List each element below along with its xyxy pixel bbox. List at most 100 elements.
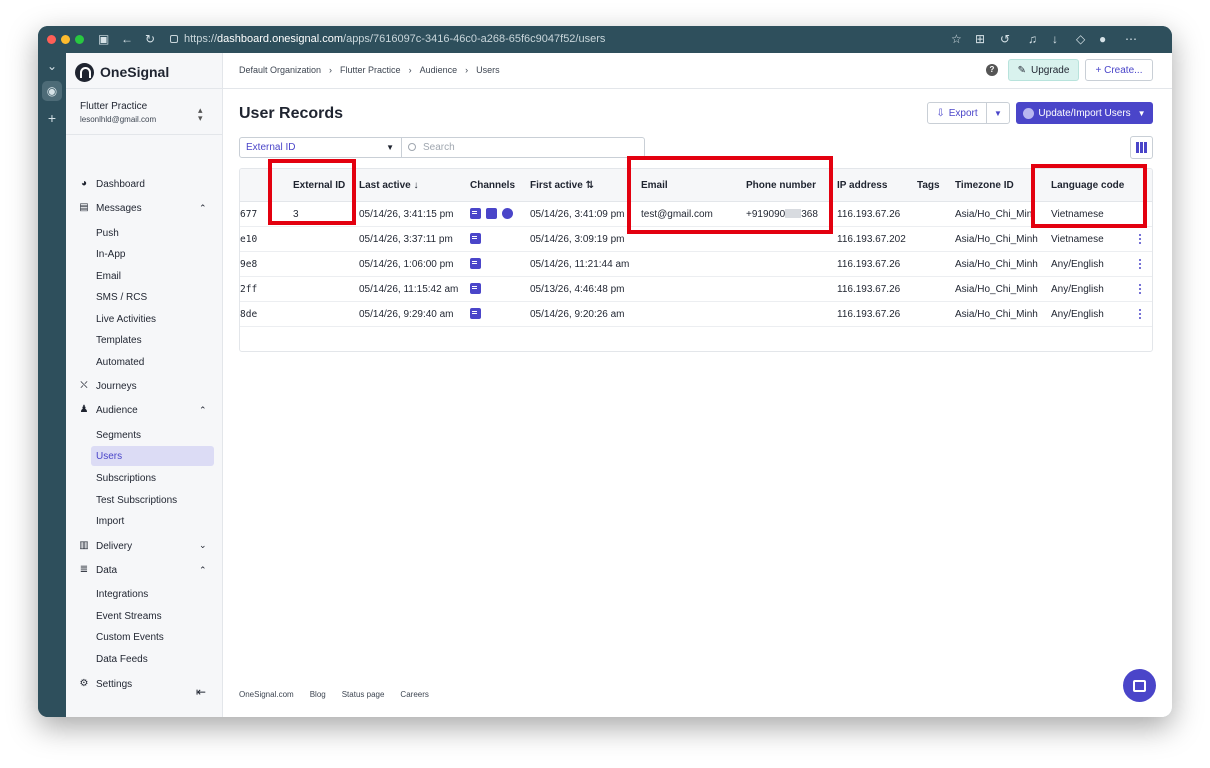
nav-test-subscriptions[interactable]: Test Subscriptions xyxy=(91,490,214,510)
create-button[interactable]: + Create... xyxy=(1085,59,1153,81)
close-window-button[interactable] xyxy=(47,35,56,44)
row-actions-icon[interactable] xyxy=(1139,284,1142,295)
col-channels: Channels xyxy=(470,180,516,191)
export-dropdown-icon[interactable]: ▼ xyxy=(987,103,1009,123)
col-ip-address: IP address xyxy=(837,180,888,191)
breadcrumb-audience[interactable]: Audience xyxy=(420,65,458,75)
nav-dashboard[interactable]: ◕ Dashboard xyxy=(78,175,145,193)
footer-link-onesignal[interactable]: OneSignal.com xyxy=(239,690,294,699)
bookmark-star-icon[interactable]: ☆ xyxy=(951,31,962,47)
nav-live-activities[interactable]: Live Activities xyxy=(91,309,214,329)
database-icon: ≣ xyxy=(79,564,89,575)
nav-settings[interactable]: ⚙ Settings xyxy=(78,675,133,693)
more-menu-icon[interactable]: ⋯ xyxy=(1125,31,1137,47)
main-content: Default Organization › Flutter Practice › … xyxy=(223,53,1172,717)
highlight-box-language xyxy=(1031,164,1147,228)
nav-delivery[interactable]: ▥ Delivery xyxy=(78,537,132,555)
footer: OneSignal.com Blog Status page Careers xyxy=(239,690,445,699)
timezone-cell: Asia/Ho_Chi_Minh xyxy=(955,259,1038,270)
last-active-cell: 05/14/26, 11:15:42 am xyxy=(359,284,459,295)
nav-in-app[interactable]: In-App xyxy=(91,244,214,264)
export-button[interactable]: ⇩ Export ▼ xyxy=(927,102,1010,124)
column-settings-button[interactable] xyxy=(1130,136,1153,159)
language-cell: Any/English xyxy=(1051,259,1104,270)
shield-icon[interactable]: ◇ xyxy=(1076,31,1085,47)
nav-users[interactable]: Users xyxy=(91,446,214,466)
row-actions-icon[interactable] xyxy=(1139,309,1142,320)
breadcrumb-organization[interactable]: Default Organization xyxy=(239,65,321,75)
table-row[interactable]: 8de 05/14/26, 9:29:40 am 05/14/26, 9:20:… xyxy=(240,302,1152,327)
update-import-users-button[interactable]: Update/Import Users ▼ xyxy=(1016,102,1153,124)
app-name[interactable]: Flutter Practice xyxy=(80,101,147,112)
nav-custom-events[interactable]: Custom Events xyxy=(91,627,214,647)
footer-link-blog[interactable]: Blog xyxy=(310,690,326,699)
nav-data[interactable]: ≣ Data xyxy=(78,561,117,579)
app-switcher-icon[interactable]: ▴ ▾ xyxy=(198,106,203,123)
onesignal-id-cell: 8de xyxy=(240,309,258,320)
minimize-window-button[interactable] xyxy=(61,35,70,44)
onesignal-id-cell: 2ff xyxy=(240,284,258,295)
support-chat-button[interactable] xyxy=(1123,669,1156,702)
push-channel-icon xyxy=(470,258,481,269)
nav-journeys[interactable]: ⛌ Journeys xyxy=(78,377,136,395)
upgrade-button[interactable]: ✎ Upgrade xyxy=(1008,59,1079,81)
translate-icon[interactable]: ⊞ xyxy=(975,31,985,47)
collapse-sidebar-icon[interactable]: ⇤ xyxy=(196,685,206,699)
chevron-down-icon[interactable]: ⌄ xyxy=(199,540,207,551)
audience-icon: ♟ xyxy=(79,404,89,415)
nav-push[interactable]: Push xyxy=(91,223,214,243)
back-arrow-icon[interactable]: ← xyxy=(121,31,133,47)
maximize-window-button[interactable] xyxy=(75,35,84,44)
nav-automated[interactable]: Automated xyxy=(91,352,214,372)
chevron-up-icon[interactable]: ⌃ xyxy=(199,565,207,576)
nav-subscriptions[interactable]: Subscriptions xyxy=(91,468,214,488)
help-icon[interactable]: ? xyxy=(986,64,998,76)
footer-link-careers[interactable]: Careers xyxy=(400,690,428,699)
nav-messages[interactable]: ▤ Messages xyxy=(78,199,141,217)
last-active-cell: 05/14/26, 9:29:40 am xyxy=(359,309,454,320)
extension-icon[interactable]: ↺ xyxy=(1000,31,1010,47)
download-icon[interactable]: ↓ xyxy=(1052,31,1058,47)
rail-collapse-icon[interactable]: ⌄ xyxy=(42,56,62,76)
gear-icon: ⚙ xyxy=(79,678,89,689)
table-row[interactable]: 9e8 05/14/26, 1:06:00 pm 05/14/26, 11:21… xyxy=(240,252,1152,277)
table-row[interactable]: 2ff 05/14/26, 11:15:42 am 05/13/26, 4:46… xyxy=(240,277,1152,302)
profile-avatar-icon[interactable]: ● xyxy=(1099,31,1106,47)
url-path: /apps/7616097c-3416-46c0-a268-65f6c9047f… xyxy=(343,33,606,45)
nav-sms-rcs[interactable]: SMS / RCS xyxy=(91,287,214,307)
chevron-up-icon[interactable]: ⌃ xyxy=(199,405,207,416)
nav-data-feeds[interactable]: Data Feeds xyxy=(91,649,214,669)
browser-titlebar: ▣ ← ↻ https://dashboard.onesignal.com/ap… xyxy=(38,26,1172,53)
media-icon[interactable]: ♫ xyxy=(1028,31,1037,47)
search-input[interactable]: Search xyxy=(401,137,645,158)
first-active-cell: 05/14/26, 3:09:19 pm xyxy=(530,234,625,245)
rail-onesignal-tab-icon[interactable]: ◉ xyxy=(42,81,62,101)
breadcrumb-app[interactable]: Flutter Practice xyxy=(340,65,401,75)
row-actions-icon[interactable] xyxy=(1139,259,1142,270)
search-field-select[interactable]: External ID ▼ xyxy=(239,137,402,158)
chevron-up-icon[interactable]: ⌃ xyxy=(199,203,207,214)
rail-new-tab-icon[interactable]: + xyxy=(42,108,62,128)
nav-email[interactable]: Email xyxy=(91,266,214,286)
language-cell: Any/English xyxy=(1051,309,1104,320)
onesignal-logo[interactable]: OneSignal xyxy=(75,61,169,83)
address-bar[interactable]: https://dashboard.onesignal.com/apps/761… xyxy=(170,31,950,48)
tab-overview-icon[interactable]: ▣ xyxy=(98,31,109,47)
nav-event-streams[interactable]: Event Streams xyxy=(91,606,214,626)
nav-import[interactable]: Import xyxy=(91,511,214,531)
ip-cell: 116.193.67.26 xyxy=(837,309,901,320)
col-last-active[interactable]: Last active ↓ xyxy=(359,169,418,202)
nav-segments[interactable]: Segments xyxy=(91,425,214,445)
nav-templates[interactable]: Templates xyxy=(91,330,214,350)
nav-integrations[interactable]: Integrations xyxy=(91,584,214,604)
nav-audience[interactable]: ♟ Audience xyxy=(78,401,138,419)
delivery-chart-icon: ▥ xyxy=(79,540,89,551)
onesignal-id-cell: e10 xyxy=(240,234,258,245)
url-host: dashboard.onesignal.com xyxy=(217,33,344,45)
col-first-active[interactable]: First active ⇅ xyxy=(530,169,594,202)
footer-link-status[interactable]: Status page xyxy=(342,690,385,699)
breadcrumb: Default Organization › Flutter Practice › … xyxy=(239,65,500,75)
chat-icon xyxy=(1133,679,1146,692)
row-actions-icon[interactable] xyxy=(1139,234,1142,245)
reload-icon[interactable]: ↻ xyxy=(145,31,155,47)
